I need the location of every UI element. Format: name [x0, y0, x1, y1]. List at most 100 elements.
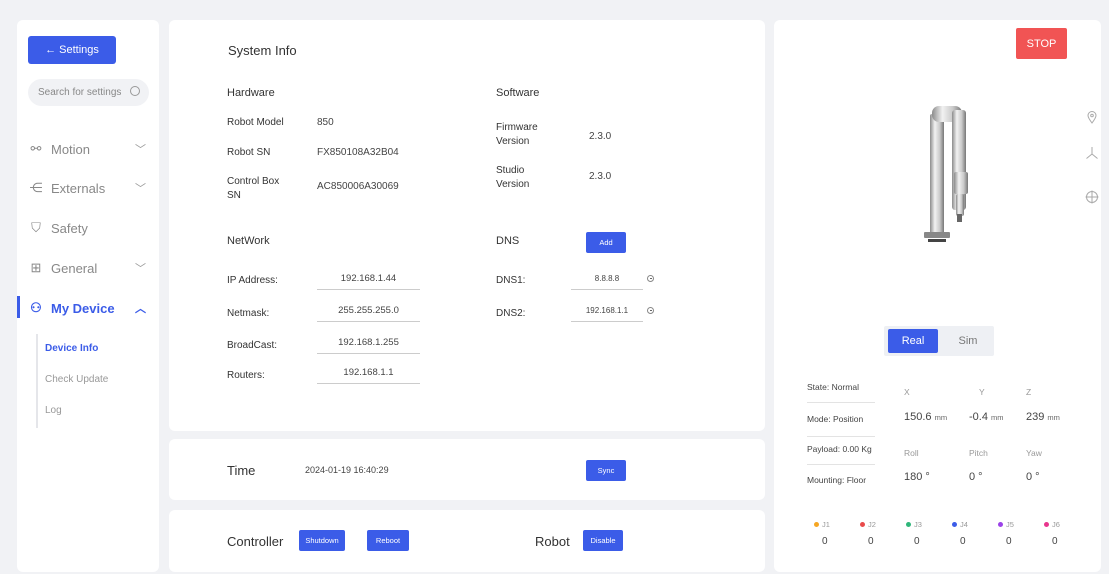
- hardware-heading: Hardware: [227, 87, 275, 99]
- joint-j1-label: J1: [814, 520, 830, 529]
- dns2-label: DNS2:: [496, 308, 526, 319]
- settings-search-input[interactable]: Search for settings: [28, 79, 149, 106]
- route-icon: ⚯: [30, 141, 42, 156]
- remove-dns1-icon[interactable]: [647, 275, 654, 282]
- joint-j5-label: J5: [998, 520, 1014, 529]
- stop-button[interactable]: STOP: [1016, 28, 1067, 59]
- controller-panel: Controller Shutdown Reboot Robot Disable: [169, 510, 765, 572]
- divider: [807, 402, 875, 403]
- x-value: 150.6 mm: [904, 411, 948, 423]
- disable-label: Disable: [590, 536, 616, 545]
- dns2-field[interactable]: 192.168.1.1: [571, 302, 643, 322]
- firmware-version-label: Firmware Version: [496, 122, 538, 147]
- dns1-label: DNS1:: [496, 275, 526, 286]
- mode-sim-button[interactable]: Sim: [944, 329, 992, 353]
- sidebar-item-label: Safety: [51, 220, 88, 236]
- y-label: Y: [979, 387, 985, 397]
- sidebar-item-my-device[interactable]: ⚇ My Device ︿: [28, 298, 152, 318]
- studio-version-value: 2.3.0: [589, 171, 612, 182]
- settings-sidebar: ← Settings Search for settings ⚯ Motion …: [17, 20, 159, 572]
- dot-icon: [998, 522, 1003, 527]
- roll-value: 180 °: [904, 471, 930, 483]
- control-box-sn-value: AC850006A30069: [317, 181, 399, 192]
- sidebar-item-motion[interactable]: ⚯ Motion ﹀: [28, 139, 152, 159]
- mode-real-label: Real: [901, 335, 925, 347]
- robot-arm-image: [924, 106, 968, 242]
- sidebar-item-label: General: [51, 260, 98, 276]
- location-pin-icon[interactable]: [1085, 110, 1099, 124]
- robot-label: Robot: [535, 534, 570, 549]
- time-value: 2024-01-19 16:40:29: [305, 465, 389, 475]
- software-heading: Software: [496, 87, 540, 99]
- reboot-label: Reboot: [375, 536, 401, 545]
- routers-label: Routers:: [227, 370, 265, 381]
- reboot-button[interactable]: Reboot: [367, 530, 409, 551]
- dot-icon: [814, 522, 819, 527]
- y-value: -0.4 mm: [969, 411, 1004, 423]
- sync-label: Sync: [597, 466, 615, 475]
- joint-j6-value: 0: [1052, 536, 1058, 547]
- subnav-log[interactable]: Log: [45, 405, 62, 416]
- yaw-label: Yaw: [1026, 448, 1042, 458]
- broadcast-label: BroadCast:: [227, 340, 278, 351]
- joint-j3-label: J3: [906, 520, 922, 529]
- page-title: System Info: [228, 43, 297, 58]
- dot-icon: [906, 522, 911, 527]
- roll-label: Roll: [904, 448, 919, 458]
- controller-label: Controller: [227, 534, 284, 549]
- broadcast-field[interactable]: 192.168.1.255: [317, 334, 420, 354]
- robot-sn-value: FX850108A32B04: [317, 147, 399, 158]
- joint-j4-label: J4: [952, 520, 968, 529]
- back-to-settings-button[interactable]: ← Settings: [28, 36, 116, 64]
- subnav-check-update[interactable]: Check Update: [45, 374, 108, 385]
- sidebar-item-label: My Device: [51, 300, 115, 316]
- divider: [807, 436, 875, 437]
- shield-check-icon: ⛉: [31, 220, 41, 235]
- state-text: State: Normal: [807, 382, 859, 392]
- active-indicator: [17, 296, 20, 318]
- crosshair-icon[interactable]: [1085, 190, 1099, 204]
- payload-text: Payload: 0.00 Kg: [807, 444, 872, 454]
- sidebar-item-general[interactable]: ⊞ General ﹀: [28, 258, 152, 278]
- shutdown-button[interactable]: Shutdown: [299, 530, 345, 551]
- dns-heading: DNS: [496, 235, 520, 247]
- ip-address-field[interactable]: 192.168.1.44: [317, 270, 420, 290]
- network-heading: NetWork: [227, 235, 270, 247]
- dns1-field[interactable]: 8.8.8.8: [571, 270, 643, 290]
- add-dns-button[interactable]: Add: [586, 232, 626, 253]
- pitch-value: 0 °: [969, 471, 983, 483]
- ip-address-label: IP Address:: [227, 275, 278, 286]
- joint-j2-label: J2: [860, 520, 876, 529]
- netmask-field[interactable]: 255.255.255.0: [317, 302, 420, 322]
- add-dns-label: Add: [599, 238, 613, 247]
- mounting-text: Mounting: Floor: [807, 475, 867, 485]
- robot-sn-label: Robot SN: [227, 147, 271, 158]
- subnav-device-info[interactable]: Device Info: [45, 343, 98, 354]
- joint-j1-value: 0: [822, 536, 828, 547]
- routers-field[interactable]: 192.168.1.1: [317, 364, 420, 384]
- mode-sim-label: Sim: [958, 335, 978, 347]
- chevron-up-icon: ︿: [135, 303, 146, 315]
- user-icon: ⚇: [30, 300, 42, 315]
- remove-dns2-icon[interactable]: [647, 307, 654, 314]
- grid-icon: ⊞: [30, 260, 42, 275]
- studio-version-label: Studio Version: [496, 165, 530, 190]
- sidebar-item-safety[interactable]: ⛉ Safety: [28, 218, 152, 238]
- chevron-down-icon: ﹀: [135, 183, 146, 195]
- sidebar-item-label: Externals: [51, 180, 106, 196]
- robot-status-panel: STOP Real Sim State: Normal Mode: Positi…: [774, 20, 1101, 572]
- mode-real-button[interactable]: Real: [888, 329, 938, 353]
- control-box-sn-label: Control Box SN: [227, 176, 280, 201]
- chevron-down-icon: ﹀: [135, 144, 146, 156]
- disable-robot-button[interactable]: Disable: [583, 530, 623, 551]
- search-placeholder: Search for settings: [38, 87, 122, 98]
- z-value: 239 mm: [1026, 411, 1060, 423]
- sidebar-item-externals[interactable]: ⋲ Externals ﹀: [28, 178, 152, 198]
- sync-time-button[interactable]: Sync: [586, 460, 626, 481]
- real-sim-toggle: Real Sim: [884, 326, 994, 356]
- axes-icon[interactable]: [1085, 146, 1099, 160]
- divider: [807, 464, 875, 465]
- robot-model-label: Robot Model: [227, 117, 284, 128]
- x-label: X: [904, 387, 910, 397]
- chevron-down-icon: ﹀: [135, 263, 146, 275]
